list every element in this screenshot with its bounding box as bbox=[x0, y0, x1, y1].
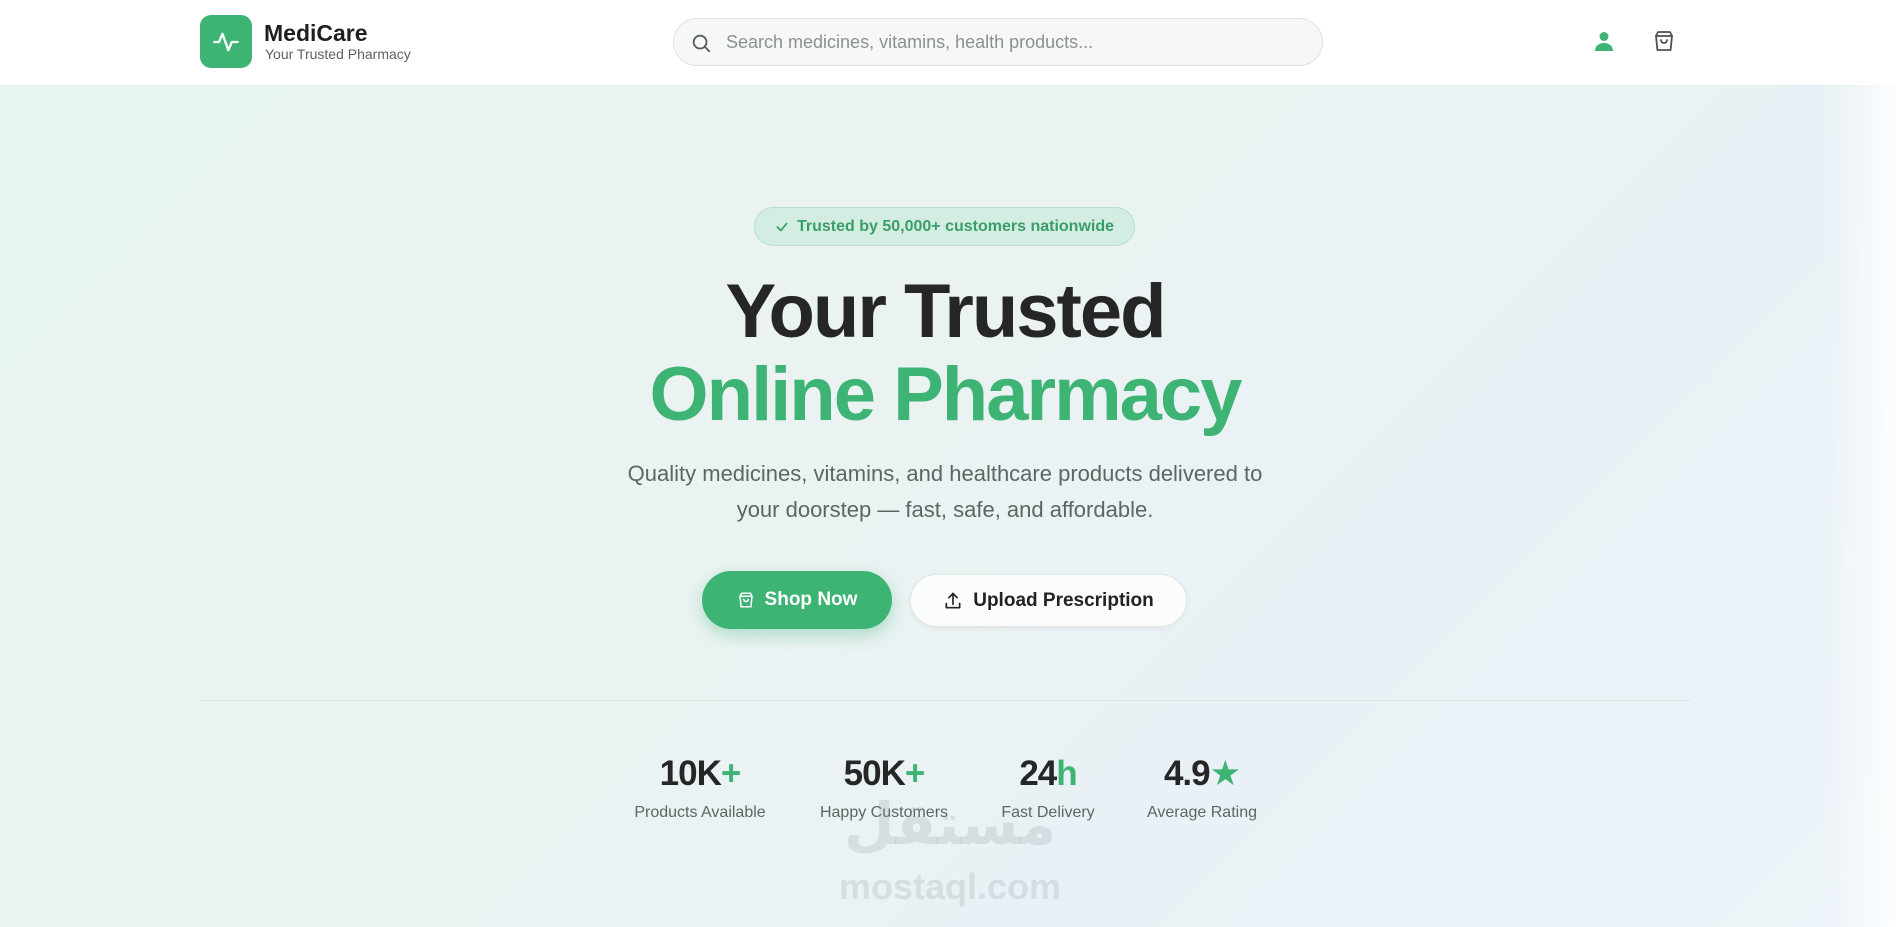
user-icon bbox=[1595, 32, 1613, 51]
shopping-bag-icon bbox=[1655, 31, 1673, 51]
hero-subtitle: Quality medicines, vitamins, and healthc… bbox=[595, 456, 1295, 528]
site-header: MediCare Your Trusted Pharmacy bbox=[0, 0, 1896, 86]
stat-label: Average Rating bbox=[1147, 804, 1257, 821]
check-icon bbox=[776, 222, 788, 231]
cart-button[interactable] bbox=[1649, 26, 1679, 56]
hero-subtitle-line1: Quality medicines, vitamins, and healthc… bbox=[627, 461, 1263, 486]
star-icon: ★ bbox=[1209, 754, 1241, 793]
stat-value: 24h bbox=[1019, 754, 1077, 793]
trust-badge: Trusted by 50,000+ customers nationwide bbox=[754, 207, 1135, 246]
account-button[interactable] bbox=[1589, 26, 1619, 56]
stat-value: 4.9★ bbox=[1163, 754, 1241, 793]
shop-now-label: Shop Now bbox=[764, 589, 858, 610]
pulse-icon bbox=[213, 32, 239, 51]
edge-fade bbox=[1826, 0, 1896, 927]
search-bar bbox=[673, 18, 1323, 66]
stat-value: 10K+ bbox=[659, 754, 742, 793]
logo[interactable] bbox=[200, 15, 252, 68]
stat-value: 50K+ bbox=[843, 754, 926, 793]
search-icon bbox=[690, 32, 712, 59]
hero-subtitle-line2: your doorstep — fast, safe, and affordab… bbox=[736, 497, 1154, 522]
watermark-arabic: مستقل bbox=[843, 790, 1057, 858]
hero-title-line1: Your Trusted bbox=[725, 269, 1166, 354]
brand-tagline: Your Trusted Pharmacy bbox=[265, 46, 411, 62]
upload-prescription-label: Upload Prescription bbox=[973, 589, 1154, 611]
watermark-latin: mostaql.com bbox=[838, 866, 1062, 907]
brand-name[interactable]: MediCare bbox=[264, 20, 368, 47]
stat-products: 10K+ Products Available bbox=[620, 754, 780, 822]
search-input[interactable] bbox=[726, 19, 1306, 65]
stat-label: Products Available bbox=[634, 804, 766, 821]
shopping-bag-icon bbox=[738, 592, 753, 608]
stat-rating: 4.9★ Average Rating bbox=[1132, 754, 1272, 822]
trust-badge-text: Trusted by 50,000+ customers nationwide bbox=[797, 217, 1114, 235]
upload-icon bbox=[945, 592, 961, 608]
section-divider bbox=[200, 700, 1690, 701]
shop-now-button[interactable]: Shop Now bbox=[702, 571, 892, 629]
hero-title-line2: Online Pharmacy bbox=[649, 352, 1243, 437]
upload-prescription-button[interactable]: Upload Prescription bbox=[910, 574, 1187, 627]
